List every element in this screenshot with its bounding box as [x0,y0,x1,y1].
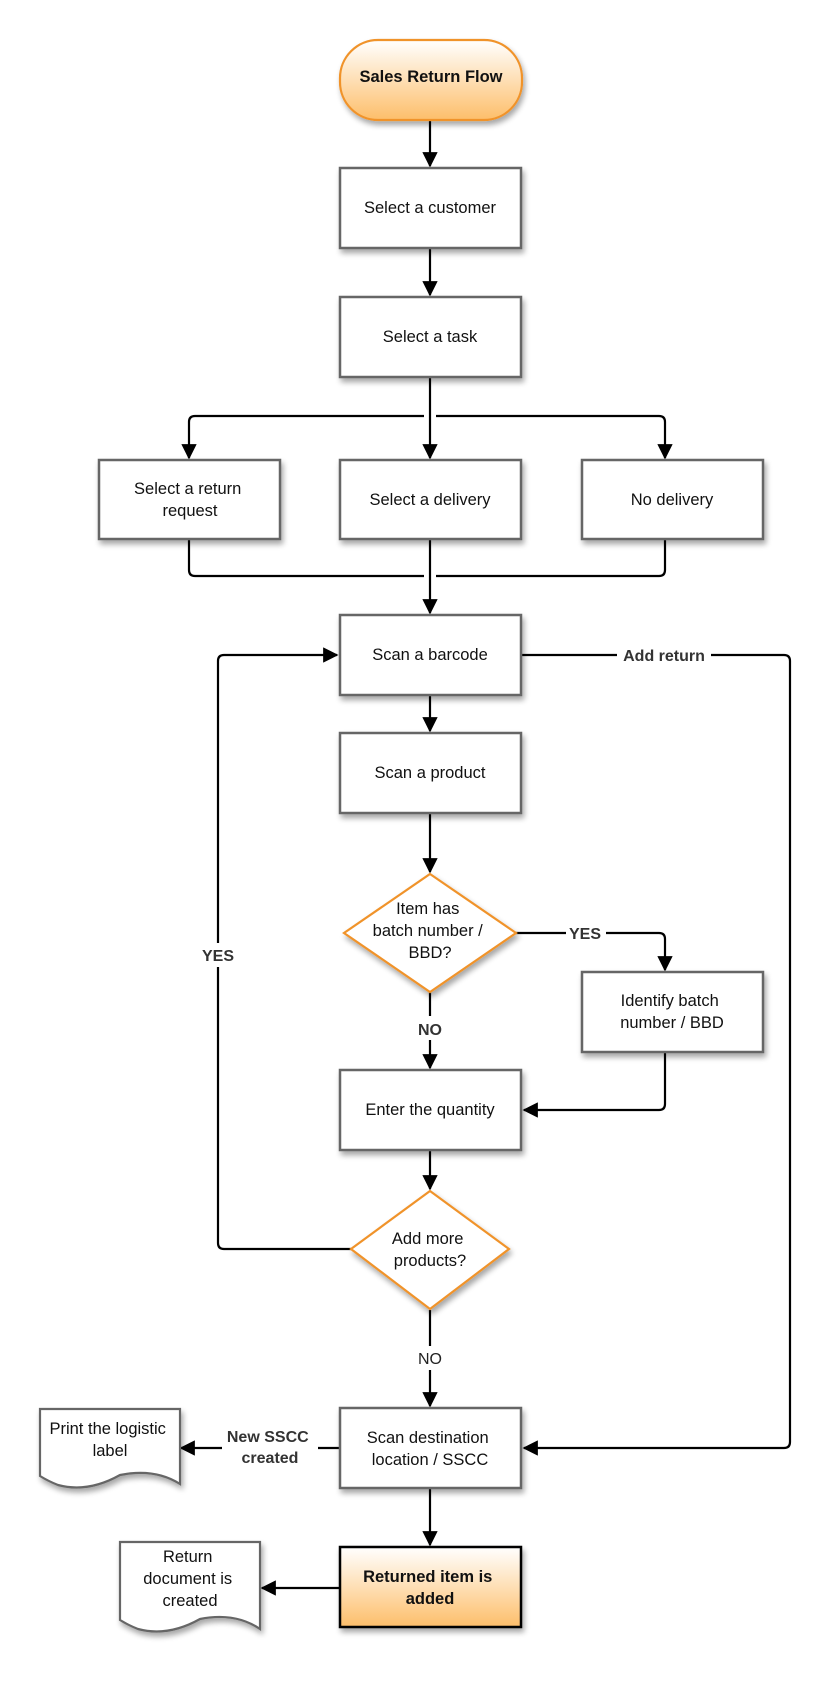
edge-label-batch-yes: YES [569,926,601,943]
node-batch-decision[interactable]: Item has batch number / BBD? [342,872,518,994]
select-task-label: Select a task [383,328,478,346]
edge-branch-to-no-delivery [436,414,673,460]
node-returned-item-added[interactable]: Returned item is added [338,1545,523,1629]
edge-label-add-return: Add return [623,648,705,665]
node-scan-barcode[interactable]: Scan a barcode [338,613,523,697]
node-enter-quantity[interactable]: Enter the quantity [338,1068,523,1152]
no-delivery-label: No delivery [631,491,714,509]
node-select-task[interactable]: Select a task [338,295,523,379]
select-delivery-label: Select a delivery [369,491,491,509]
edge-label-batch-no: NO [418,1022,442,1039]
node-select-delivery[interactable]: Select a delivery [338,458,523,541]
node-scan-destination[interactable]: Scan destination location / SSCC [338,1406,523,1490]
node-scan-product[interactable]: Scan a product [338,731,523,815]
node-return-document[interactable]: Return document is created [118,1540,262,1633]
node-no-delivery[interactable]: No delivery [580,458,765,541]
scan-product-label: Scan a product [375,764,486,782]
edge-no-delivery-to-merge [436,540,667,578]
node-print-label[interactable]: Print the logistic label [38,1407,182,1489]
edge-branch-to-return-request [181,414,424,460]
start-label: Sales Return Flow [359,68,502,86]
node-identify-batch[interactable]: Identify batch number / BBD [580,970,765,1054]
node-select-return-request[interactable]: Select a return request [97,458,282,541]
select-customer-label: Select a customer [364,199,497,217]
scan-barcode-label: Scan a barcode [372,646,488,664]
edge-label-more-yes: YES [202,948,234,965]
node-start[interactable]: Sales Return Flow [338,38,524,122]
node-select-customer[interactable]: Select a customer [338,166,523,250]
edge-label-more-no: NO [418,1351,442,1368]
edge-return-request-to-merge [187,540,424,578]
flowchart-canvas: Add return YES NO YES NO New SSCC create… [38,38,792,1633]
edge-identify-to-quantity [522,1053,667,1118]
enter-quantity-label: Enter the quantity [365,1101,495,1119]
node-more-products-decision[interactable]: Add more products? [349,1189,511,1311]
